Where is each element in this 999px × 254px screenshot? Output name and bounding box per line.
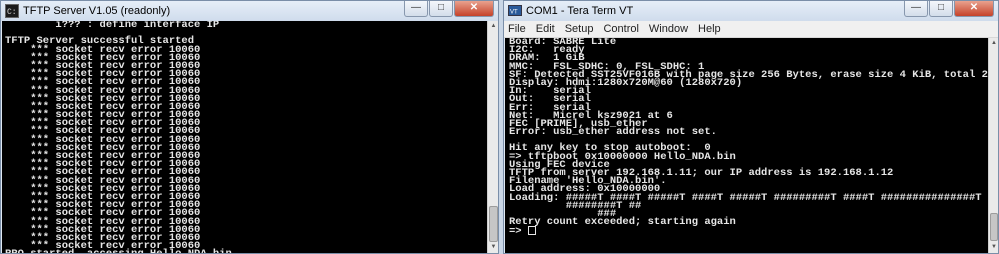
- console-line: RRQ started, accessing Hello_NDA.bin: [5, 249, 489, 253]
- menu-edit[interactable]: Edit: [536, 21, 555, 37]
- minimize-icon: —: [411, 2, 421, 13]
- tftp-console-output[interactable]: i??? : define interface IP TFTP Server su…: [2, 21, 489, 253]
- tftp-vertical-scrollbar[interactable]: ▲ ▼: [487, 21, 498, 253]
- close-icon: ✕: [469, 2, 479, 13]
- close-button[interactable]: ✕: [954, 1, 994, 17]
- teraterm-window: VT COM1 - Tera Term VT — □ ✕ File Edit S…: [503, 0, 999, 254]
- teraterm-window-title: COM1 - Tera Term VT: [526, 5, 634, 17]
- console-line: Retry count exceeded; starting again: [509, 216, 736, 229]
- svg-text:C:: C:: [7, 8, 17, 17]
- menu-control[interactable]: Control: [603, 21, 638, 37]
- menu-file[interactable]: File: [508, 21, 526, 37]
- tftp-window-title: TFTP Server V1.05 (readonly): [23, 5, 171, 17]
- maximize-icon: □: [437, 2, 445, 13]
- scrollbar-thumb[interactable]: [990, 213, 998, 241]
- teraterm-vertical-scrollbar[interactable]: ▲ ▼: [988, 38, 998, 253]
- menu-help[interactable]: Help: [698, 21, 721, 37]
- maximize-icon: □: [937, 2, 945, 13]
- minimize-button[interactable]: —: [404, 1, 428, 17]
- close-button[interactable]: ✕: [454, 1, 494, 17]
- scroll-down-icon[interactable]: ▼: [488, 242, 498, 253]
- minimize-icon: —: [911, 2, 921, 13]
- scrollbar-thumb[interactable]: [489, 206, 498, 242]
- text-cursor-icon: [527, 226, 536, 236]
- scroll-up-icon[interactable]: ▲: [488, 21, 498, 32]
- scroll-up-icon[interactable]: ▲: [989, 38, 998, 49]
- teraterm-app-icon: VT: [508, 5, 522, 16]
- scroll-down-icon[interactable]: ▼: [989, 242, 998, 253]
- tftp-server-window: C: TFTP Server V1.05 (readonly) — □ ✕ i?…: [0, 0, 499, 254]
- maximize-button[interactable]: □: [429, 1, 453, 17]
- console-line: i??? : define interface IP: [5, 21, 220, 31]
- svg-text:VT: VT: [510, 10, 518, 16]
- console-line: Error: usb_ether address not set.: [509, 126, 717, 139]
- tftp-window-controls: — □ ✕: [403, 1, 494, 17]
- tftp-title-bar[interactable]: C: TFTP Server V1.05 (readonly) — □ ✕: [1, 1, 498, 21]
- minimize-button[interactable]: —: [904, 1, 928, 17]
- teraterm-window-controls: — □ ✕: [903, 1, 994, 17]
- menu-setup[interactable]: Setup: [565, 21, 594, 37]
- command-prompt: =>: [509, 225, 528, 238]
- menu-window[interactable]: Window: [649, 21, 688, 37]
- teraterm-menu-bar: File Edit Setup Control Window Help: [504, 21, 998, 38]
- teraterm-console-output[interactable]: Board: SABRE Lite I2C: ready DRAM: 1 GiB MM…: [505, 38, 991, 253]
- teraterm-title-bar[interactable]: VT COM1 - Tera Term VT — □ ✕: [504, 1, 998, 21]
- close-icon: ✕: [969, 2, 979, 13]
- maximize-button[interactable]: □: [929, 1, 953, 17]
- console-app-icon: C:: [5, 4, 19, 18]
